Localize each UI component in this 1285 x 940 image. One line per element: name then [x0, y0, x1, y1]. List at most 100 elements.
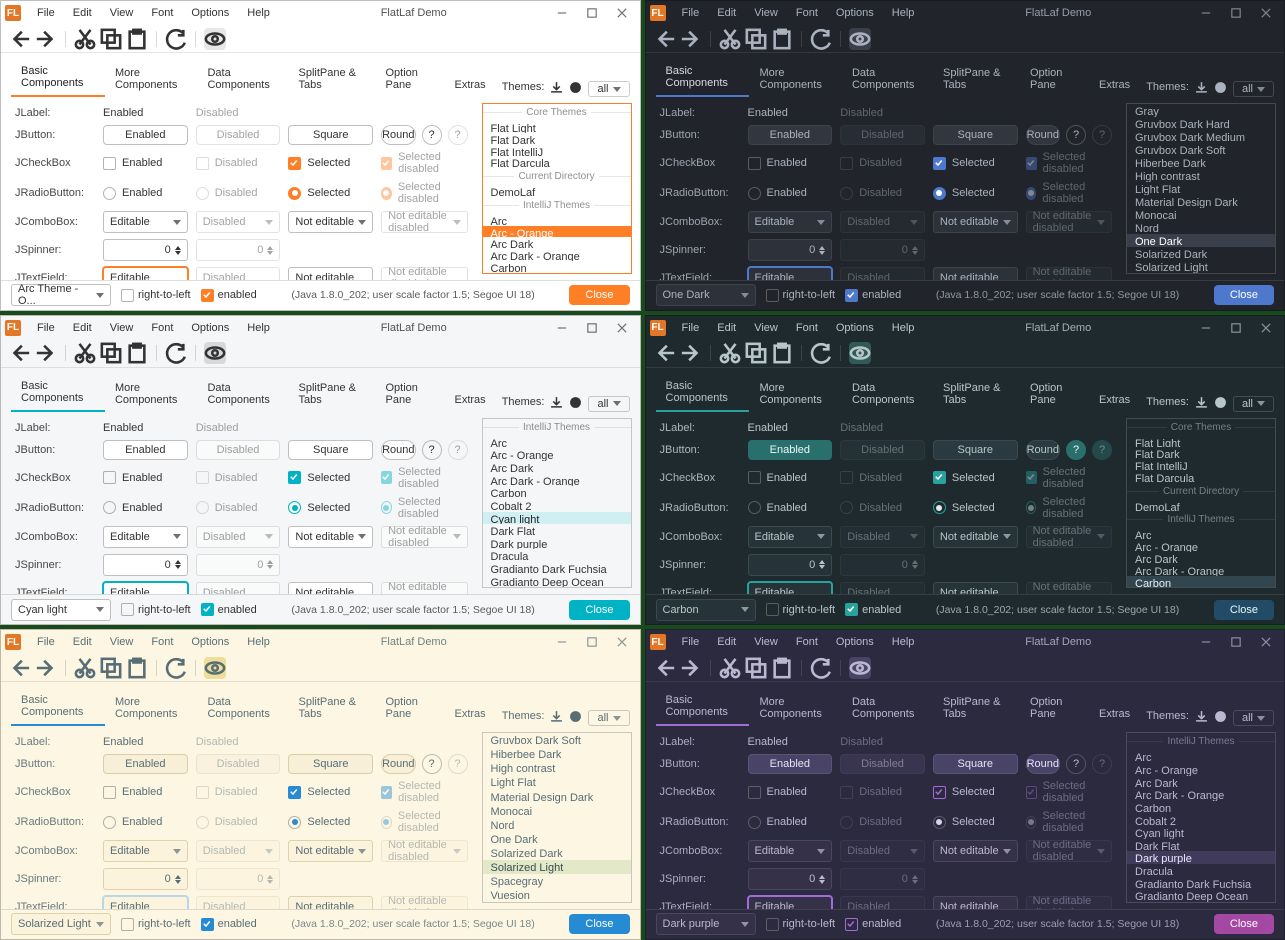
- theme-list[interactable]: Core ThemesFlat LightFlat DarkFlat Intel…: [482, 103, 632, 274]
- back-icon[interactable]: [9, 28, 31, 50]
- checkbox-selected[interactable]: Selected: [288, 157, 373, 170]
- menu-options[interactable]: Options: [828, 5, 882, 21]
- maximize-icon[interactable]: [578, 318, 606, 338]
- back-icon[interactable]: [654, 342, 676, 364]
- status-theme-combo[interactable]: Solarized Light: [11, 913, 111, 935]
- tab-3[interactable]: SplitPane & Tabs: [933, 63, 1020, 97]
- status-theme-combo[interactable]: Cyan light: [11, 599, 111, 621]
- theme-item[interactable]: Nord: [1127, 221, 1275, 234]
- forward-icon[interactable]: [35, 657, 57, 679]
- theme-item[interactable]: Flat IntelliJ: [483, 145, 631, 157]
- theme-item[interactable]: Arc Dark - Orange: [483, 474, 631, 487]
- preview-icon[interactable]: [204, 657, 226, 679]
- download-icon[interactable]: [550, 81, 563, 97]
- maximize-icon[interactable]: [578, 632, 606, 652]
- tab-4[interactable]: Option Pane: [376, 378, 445, 412]
- theme-item[interactable]: Gradianto Dark Fuchsia: [1127, 877, 1275, 890]
- maximize-icon[interactable]: [1222, 318, 1250, 338]
- theme-item[interactable]: DemoLaf: [1127, 500, 1275, 512]
- combo-editable[interactable]: Editable: [748, 840, 833, 862]
- theme-item[interactable]: Arc: [483, 214, 631, 226]
- copy-icon[interactable]: [100, 28, 122, 50]
- theme-item[interactable]: Monocai: [483, 804, 631, 818]
- close-icon[interactable]: [608, 3, 636, 23]
- textfield-noteditable[interactable]: Not editable: [933, 267, 1018, 280]
- checkbox-selected[interactable]: Selected: [933, 786, 1018, 799]
- theme-item[interactable]: Dracula: [483, 549, 631, 562]
- menu-help[interactable]: Help: [239, 5, 278, 21]
- menu-view[interactable]: View: [746, 5, 786, 21]
- github-icon[interactable]: [569, 81, 582, 97]
- theme-item[interactable]: Arc: [1127, 528, 1275, 540]
- tab-0[interactable]: Basic Components: [656, 61, 750, 97]
- theme-item[interactable]: High contrast: [483, 761, 631, 775]
- menu-view[interactable]: View: [102, 320, 142, 336]
- minimize-icon[interactable]: [1192, 3, 1220, 23]
- menu-font[interactable]: Font: [143, 320, 181, 336]
- spinner-enabled[interactable]: 0: [103, 868, 188, 890]
- combo-noteditable[interactable]: Not editable: [933, 526, 1018, 548]
- checkbox-selected[interactable]: Selected: [933, 471, 1018, 484]
- close-button[interactable]: Close: [1214, 285, 1274, 305]
- download-icon[interactable]: [550, 710, 563, 726]
- radio-selected[interactable]: Selected: [288, 816, 373, 829]
- menu-file[interactable]: File: [674, 634, 708, 650]
- theme-item[interactable]: Gruvbox Dark Soft: [1127, 143, 1275, 156]
- theme-item[interactable]: Arc - Orange: [483, 226, 631, 238]
- tab-3[interactable]: SplitPane & Tabs: [933, 378, 1020, 412]
- menu-view[interactable]: View: [746, 320, 786, 336]
- spinner-enabled[interactable]: 0: [748, 239, 833, 261]
- preview-icon[interactable]: [849, 342, 871, 364]
- refresh-icon[interactable]: [165, 28, 187, 50]
- forward-icon[interactable]: [35, 342, 57, 364]
- enabled-button[interactable]: Enabled: [103, 754, 188, 774]
- themes-filter-combo[interactable]: all: [588, 396, 629, 412]
- textfield-noteditable[interactable]: Not editable: [933, 896, 1018, 909]
- tab-4[interactable]: Option Pane: [376, 63, 445, 97]
- theme-item[interactable]: Gruvbox Dark Soft: [483, 733, 631, 747]
- github-icon[interactable]: [569, 396, 582, 412]
- cut-icon[interactable]: [719, 342, 741, 364]
- download-icon[interactable]: [1195, 710, 1208, 726]
- themes-filter-combo[interactable]: all: [588, 710, 629, 726]
- theme-item[interactable]: Arc - Orange: [1127, 763, 1275, 776]
- tab-2[interactable]: Data Components: [842, 692, 933, 726]
- refresh-icon[interactable]: [165, 342, 187, 364]
- menu-edit[interactable]: Edit: [709, 320, 744, 336]
- paste-icon[interactable]: [771, 657, 793, 679]
- spinner-enabled[interactable]: 0: [748, 554, 833, 576]
- theme-item[interactable]: Nord: [483, 818, 631, 832]
- tab-1[interactable]: More Components: [749, 692, 842, 726]
- menu-options[interactable]: Options: [828, 634, 882, 650]
- menu-help[interactable]: Help: [239, 634, 278, 650]
- radio-enabled[interactable]: Enabled: [103, 187, 188, 200]
- close-icon[interactable]: [1252, 3, 1280, 23]
- theme-item[interactable]: Arc - Orange: [483, 448, 631, 461]
- spinner-enabled[interactable]: 0: [103, 554, 188, 576]
- tab-5[interactable]: Extras: [445, 390, 496, 412]
- theme-item[interactable]: Spacegray: [483, 874, 631, 888]
- textfield-editable[interactable]: Editable: [103, 582, 188, 595]
- cut-icon[interactable]: [74, 657, 96, 679]
- paste-icon[interactable]: [771, 342, 793, 364]
- menu-help[interactable]: Help: [239, 320, 278, 336]
- square-button[interactable]: Square: [288, 440, 373, 460]
- theme-item[interactable]: Carbon: [1127, 801, 1275, 814]
- tab-1[interactable]: More Components: [105, 378, 198, 412]
- theme-item[interactable]: Arc Dark: [483, 461, 631, 474]
- status-theme-combo[interactable]: Carbon: [656, 599, 756, 621]
- round-button[interactable]: Round: [381, 440, 415, 460]
- square-button[interactable]: Square: [288, 754, 373, 774]
- combo-noteditable[interactable]: Not editable: [288, 526, 373, 548]
- preview-icon[interactable]: [204, 28, 226, 50]
- round-button[interactable]: Round: [1026, 754, 1060, 774]
- combo-editable[interactable]: Editable: [103, 211, 188, 233]
- enabled-button[interactable]: Enabled: [748, 440, 833, 460]
- theme-item[interactable]: Solarized Dark: [483, 846, 631, 860]
- close-icon[interactable]: [1252, 318, 1280, 338]
- theme-list[interactable]: IntelliJ ThemesArcArc - OrangeArc DarkAr…: [1126, 732, 1276, 903]
- tab-0[interactable]: Basic Components: [656, 690, 750, 726]
- github-icon[interactable]: [569, 710, 582, 726]
- forward-icon[interactable]: [680, 342, 702, 364]
- combo-editable[interactable]: Editable: [103, 840, 188, 862]
